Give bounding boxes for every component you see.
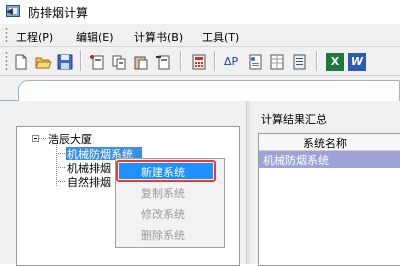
document-tab[interactable] [18, 80, 400, 102]
panel-splitter[interactable] [246, 101, 250, 264]
save-icon[interactable] [56, 53, 74, 71]
tree-root-node[interactable]: 浩辰大厦 [48, 131, 92, 147]
toolbar-separator [214, 51, 216, 71]
tree-line [56, 153, 65, 154]
paste-item-icon[interactable] [132, 53, 150, 71]
tree-line [56, 167, 65, 168]
add-item-icon[interactable] [88, 53, 106, 71]
report-icon[interactable] [246, 53, 264, 71]
context-menu-item-delete-system[interactable]: 删除系统 [141, 227, 185, 243]
table-icon[interactable] [268, 53, 286, 71]
excel-icon[interactable]: X [326, 53, 344, 71]
word-icon[interactable]: W [348, 53, 366, 71]
results-title: 计算结果汇总 [261, 113, 327, 126]
tab-scroll-left-icon[interactable]: ◀ [6, 7, 13, 17]
column-header-label: 系统名称 [303, 137, 347, 150]
context-menu-item-modify-system[interactable]: 修改系统 [141, 206, 185, 222]
delta-p-icon[interactable]: ΔP [224, 53, 242, 71]
tree-line [39, 138, 47, 139]
context-menu-item-copy-system[interactable]: 复制系统 [141, 185, 185, 201]
menu-grip[interactable] [5, 27, 8, 43]
table-cell: 机械防烟系统 [263, 154, 329, 167]
context-menu-label-new-system[interactable]: 新建系统 [141, 164, 185, 180]
column-header-system-name[interactable]: 系统名称 [259, 134, 400, 151]
menu-bar [0, 24, 400, 47]
new-file-icon[interactable] [12, 53, 30, 71]
toolbar-separator [316, 51, 318, 71]
table-row[interactable]: 机械防烟系统 [259, 151, 400, 168]
tree-line [56, 181, 65, 182]
menu-report[interactable]: 计算书(B) [134, 29, 183, 45]
toolbar-separator [180, 51, 182, 71]
toolbar-separator [80, 51, 82, 71]
tree-node-natural-exhaust[interactable]: 自然排烟 [67, 174, 111, 190]
tree-collapse-icon[interactable] [32, 135, 39, 142]
menu-project[interactable]: 工程(P) [16, 29, 53, 45]
open-folder-icon[interactable] [34, 53, 52, 71]
list-icon[interactable] [290, 53, 308, 71]
copy-item-icon[interactable] [110, 53, 128, 71]
window-title: 防排烟计算 [28, 6, 89, 20]
menu-tools[interactable]: 工具(T) [202, 29, 239, 45]
remove-item-icon[interactable] [154, 53, 172, 71]
calculator-icon[interactable] [190, 53, 208, 71]
menu-edit[interactable]: 编辑(E) [76, 29, 114, 45]
toolbar-grip[interactable] [5, 51, 8, 71]
